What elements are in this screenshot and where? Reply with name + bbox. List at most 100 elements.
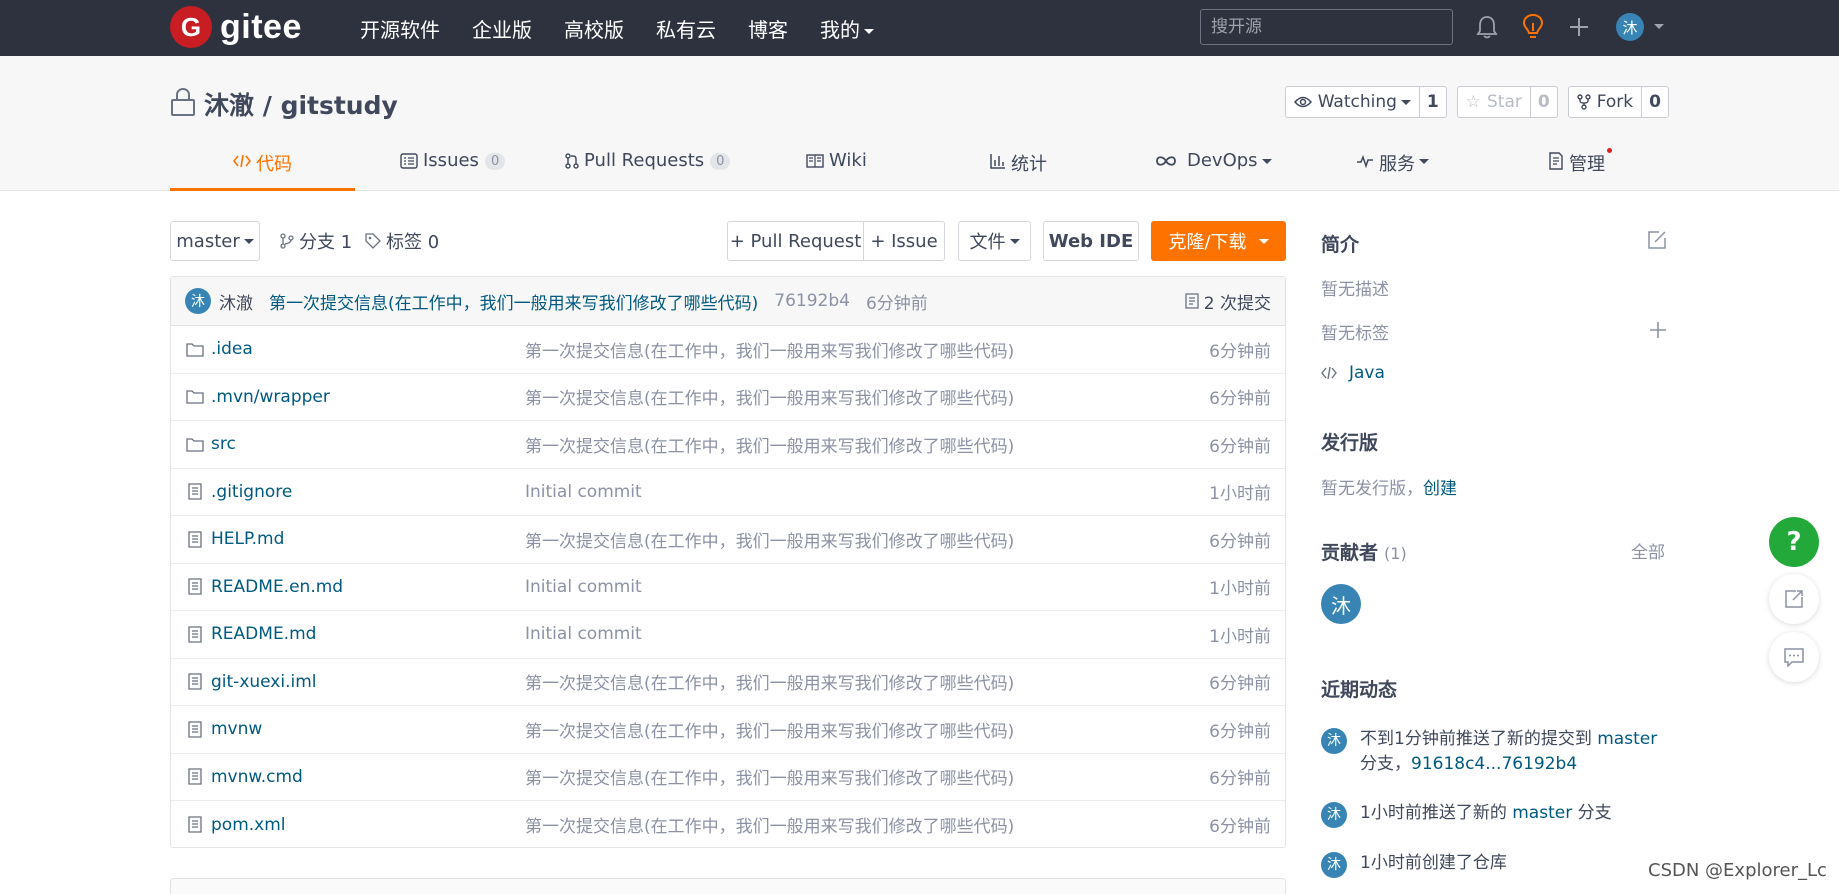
file-name-link[interactable]: git-xuexi.iml [211, 672, 317, 692]
activity-avatar[interactable]: 沐 [1321, 852, 1347, 878]
nav-education[interactable]: 高校版 [564, 14, 624, 43]
edit-icon[interactable] [1647, 230, 1667, 255]
file-name-link[interactable]: src [211, 434, 236, 454]
activity-avatar[interactable]: 沐 [1321, 728, 1347, 754]
bell-icon[interactable] [1472, 12, 1502, 42]
file-name-link[interactable]: mvnw.cmd [211, 767, 303, 787]
share-icon[interactable] [1769, 574, 1819, 624]
file-name-link[interactable]: .idea [211, 339, 253, 359]
file-row[interactable]: src 第一次提交信息(在工作中，我们一般用来写我们修改了哪些代码) 6分钟前 [171, 421, 1285, 469]
branches-link[interactable]: 分支 1 [280, 221, 352, 261]
file-commit-message[interactable]: 第一次提交信息(在工作中，我们一般用来写我们修改了哪些代码) [525, 432, 1014, 457]
file-row[interactable]: README.en.md Initial commit 1小时前 [171, 564, 1285, 611]
chevron-down-icon [1009, 238, 1020, 244]
file-commit-message[interactable]: 第一次提交信息(在工作中，我们一般用来写我们修改了哪些代码) [525, 669, 1014, 694]
plus-icon[interactable] [1564, 12, 1594, 42]
file-commit-message[interactable]: Initial commit [525, 482, 642, 502]
file-row[interactable]: git-xuexi.iml 第一次提交信息(在工作中，我们一般用来写我们修改了哪些… [171, 659, 1285, 706]
watch-count[interactable]: 1 [1418, 87, 1446, 117]
web-ide-button[interactable]: Web IDE [1043, 221, 1139, 261]
new-pull-request-button[interactable]: + Pull Request [727, 221, 864, 261]
lightbulb-icon[interactable] [1518, 12, 1548, 42]
new-issue-button[interactable]: + Issue [863, 221, 945, 261]
activity-avatar[interactable]: 沐 [1321, 802, 1347, 828]
all-contributors-link[interactable]: 全部 [1631, 538, 1665, 563]
file-commit-message[interactable]: 第一次提交信息(在工作中，我们一般用来写我们修改了哪些代码) [525, 717, 1014, 742]
file-dropdown[interactable]: 文件 [958, 221, 1031, 261]
star-count[interactable]: 0 [1529, 87, 1557, 117]
tab-stats[interactable]: 统计 [990, 148, 1047, 191]
file-name-link[interactable]: README.md [211, 624, 316, 644]
fork-icon [1577, 94, 1591, 110]
nav-enterprise[interactable]: 企业版 [472, 14, 532, 43]
file-name-link[interactable]: README.en.md [211, 577, 343, 597]
file-commit-message[interactable]: 第一次提交信息(在工作中，我们一般用来写我们修改了哪些代码) [525, 527, 1014, 552]
file-name-link[interactable]: HELP.md [211, 529, 284, 549]
file-row[interactable]: .mvn/wrapper 第一次提交信息(在工作中，我们一般用来写我们修改了哪些代… [171, 374, 1285, 421]
file-commit-message[interactable]: 第一次提交信息(在工作中，我们一般用来写我们修改了哪些代码) [525, 337, 1014, 362]
file-name-link[interactable]: .mvn/wrapper [211, 387, 330, 407]
search-input[interactable] [1200, 9, 1453, 45]
nav-mine-dropdown[interactable]: 我的 [820, 14, 874, 43]
commit-sha[interactable]: 76192b4 [774, 291, 850, 311]
tab-code[interactable]: 代码 [170, 148, 355, 191]
nav-open-source[interactable]: 开源软件 [360, 14, 440, 43]
nav-blog[interactable]: 博客 [748, 14, 788, 43]
nav-private-cloud[interactable]: 私有云 [656, 14, 716, 43]
tab-pull-requests[interactable]: Pull Requests 0 [565, 148, 731, 191]
file-row[interactable]: .gitignore Initial commit 1小时前 [171, 469, 1285, 516]
file-commit-message[interactable]: Initial commit [525, 577, 642, 597]
intro-title: 简介 [1321, 234, 1360, 256]
gitee-logo[interactable]: G gitee [170, 6, 302, 48]
file-row[interactable]: README.md Initial commit 1小时前 [171, 611, 1285, 659]
help-button[interactable]: ? [1769, 517, 1819, 567]
tab-services[interactable]: 服务 [1356, 148, 1429, 191]
file-name-link[interactable]: pom.xml [211, 815, 286, 835]
file-commit-message[interactable]: 第一次提交信息(在工作中，我们一般用来写我们修改了哪些代码) [525, 812, 1014, 837]
chevron-down-icon [1258, 238, 1269, 244]
file-list: 沐 沐澈 第一次提交信息(在工作中，我们一般用来写我们修改了哪些代码) 7619… [170, 276, 1286, 848]
commit-message-link[interactable]: 第一次提交信息(在工作中，我们一般用来写我们修改了哪些代码) [269, 289, 758, 314]
language-link[interactable]: Java [1349, 363, 1385, 383]
star-button[interactable]: ☆ Star 0 [1456, 86, 1558, 118]
activity-branch-link[interactable]: master [1512, 803, 1572, 823]
repo-name-link[interactable]: gitstudy [281, 91, 398, 120]
add-tag-icon[interactable] [1649, 321, 1667, 344]
tab-services-label: 服务 [1379, 154, 1415, 175]
language-item[interactable]: Java [1321, 363, 1385, 383]
file-name-link[interactable]: .gitignore [211, 482, 292, 502]
tab-manage[interactable]: 管理 [1548, 148, 1612, 191]
repo-owner-link[interactable]: 沐澈 [204, 91, 254, 120]
commit-count-link[interactable]: 2 次提交 [1185, 289, 1271, 314]
file-row[interactable]: HELP.md 第一次提交信息(在工作中，我们一般用来写我们修改了哪些代码) 6分钟… [171, 516, 1285, 564]
contributor-avatar[interactable]: 沐 [1321, 584, 1361, 624]
commit-author-avatar[interactable]: 沐 [185, 288, 211, 314]
tab-wiki[interactable]: Wiki [806, 148, 867, 191]
tags-link[interactable]: 标签 0 [365, 221, 439, 261]
tab-devops[interactable]: DevOps [1154, 148, 1272, 191]
file-commit-message[interactable]: Initial commit [525, 624, 642, 644]
activity-branch-link[interactable]: master [1597, 729, 1657, 749]
file-row[interactable]: mvnw.cmd 第一次提交信息(在工作中，我们一般用来写我们修改了哪些代码) 6分… [171, 754, 1285, 801]
file-row[interactable]: pom.xml 第一次提交信息(在工作中，我们一般用来写我们修改了哪些代码) 6分钟… [171, 801, 1285, 849]
commit-author[interactable]: 沐澈 [219, 289, 253, 314]
fork-button[interactable]: Fork 0 [1567, 86, 1669, 118]
settings-doc-icon [1548, 150, 1564, 172]
create-release-link[interactable]: 创建 [1423, 479, 1457, 499]
file-row[interactable]: .idea 第一次提交信息(在工作中，我们一般用来写我们修改了哪些代码) 6分钟前 [171, 326, 1285, 374]
user-avatar[interactable]: 沐 [1616, 13, 1644, 41]
activity-commit-range-link[interactable]: 91618c4...76192b4 [1411, 754, 1577, 774]
file-row[interactable]: mvnw 第一次提交信息(在工作中，我们一般用来写我们修改了哪些代码) 6分钟前 [171, 706, 1285, 754]
file-commit-message[interactable]: 第一次提交信息(在工作中，我们一般用来写我们修改了哪些代码) [525, 384, 1014, 409]
clone-download-button[interactable]: 克隆/下载 [1151, 221, 1286, 261]
chevron-down-icon[interactable] [1654, 24, 1664, 29]
file-name-link[interactable]: mvnw [211, 719, 262, 739]
message-icon[interactable] [1769, 632, 1819, 682]
file-commit-message[interactable]: 第一次提交信息(在工作中，我们一般用来写我们修改了哪些代码) [525, 764, 1014, 789]
watch-button[interactable]: Watching 1 [1284, 86, 1447, 118]
tab-issues[interactable]: Issues 0 [400, 148, 506, 191]
notification-dot [1607, 148, 1612, 153]
fork-count[interactable]: 0 [1641, 87, 1668, 117]
branch-select[interactable]: master [170, 221, 260, 261]
no-release: 暂无发行版， [1321, 479, 1423, 499]
